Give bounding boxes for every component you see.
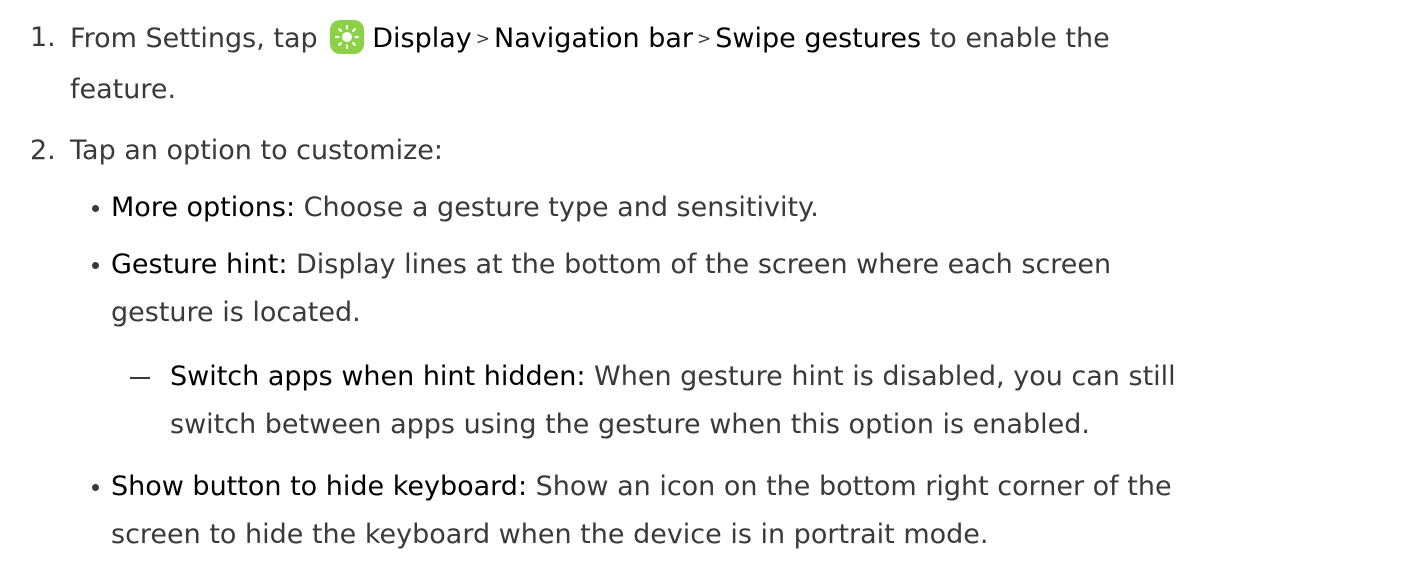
switch-apps-desc: When gesture hint is disabled, you can s… [585, 361, 1176, 392]
step-2-number: 2. [30, 135, 56, 166]
hide-keyboard-desc: Show an icon on the bottom right corner … [527, 471, 1172, 502]
more-options-item: More options: Choose a gesture type and … [111, 190, 819, 226]
swipe-gestures-link[interactable]: Swipe gestures [715, 23, 921, 54]
step-1-line-2: feature. [70, 74, 177, 105]
gesture-hint-item: Gesture hint: Display lines at the botto… [111, 247, 1111, 283]
label-colon: : [517, 471, 528, 502]
gesture-hint-cont: gesture is located. [111, 297, 361, 328]
hide-keyboard-item: Show button to hide keyboard: Show an ic… [111, 469, 1172, 505]
gesture-hint-label: Gesture hint [111, 249, 279, 280]
document: 1. From Settings, tap Display > Navigation… [0, 0, 1424, 561]
display-link[interactable]: Display [372, 23, 472, 54]
switch-apps-item: Switch apps when hint hidden: When gestu… [170, 359, 1176, 395]
step-2-text: Tap an option to customize: [70, 135, 443, 166]
step-1-suffix: to enable the [921, 23, 1110, 54]
step-1-prefix: From Settings, tap [70, 23, 318, 54]
hide-keyboard-cont: screen to hide the keyboard when the dev… [111, 519, 989, 550]
switch-apps-cont: switch between apps using the gesture wh… [170, 409, 1090, 440]
switch-apps-label: Switch apps when hint hidden [170, 361, 577, 392]
step-1-number: 1. [30, 22, 56, 53]
gesture-hint-desc: Display lines at the bottom of the scree… [287, 249, 1112, 280]
bullet [92, 484, 99, 491]
hide-keyboard-label: Show button to hide keyboard [111, 471, 518, 502]
dash [130, 377, 150, 379]
breadcrumb-separator: > [475, 29, 491, 49]
display-sun-icon [330, 20, 365, 54]
bullet [92, 205, 99, 212]
bullet [92, 262, 99, 269]
more-options-label: More options [111, 192, 286, 223]
navigation-bar-link[interactable]: Navigation bar [494, 23, 693, 54]
label-colon: : [285, 192, 296, 223]
more-options-desc: Choose a gesture type and sensitivity. [295, 192, 819, 223]
breadcrumb-separator: > [697, 29, 712, 49]
step-1-line-1: From Settings, tap Display > Navigation ba… [70, 20, 1110, 57]
